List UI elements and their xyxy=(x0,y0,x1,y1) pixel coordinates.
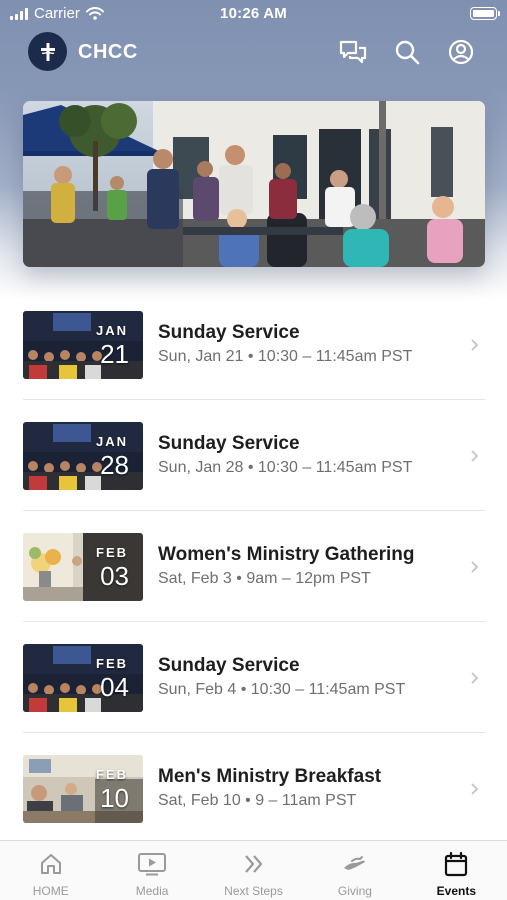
status-bar: Carrier 10:26 AM xyxy=(0,0,507,28)
event-month: FEB xyxy=(96,656,128,671)
messages-button[interactable] xyxy=(339,38,367,66)
event-month: JAN xyxy=(95,434,128,449)
chat-bubbles-icon xyxy=(339,40,367,64)
event-thumbnail: FEB 04 xyxy=(23,644,143,712)
event-datetime: Sat, Feb 3 • 9am – 12pm PST xyxy=(158,570,371,587)
event-list: JAN 21 Sunday Service Sun, Jan 21 • 10:3… xyxy=(23,289,485,844)
tab-label: Next Steps xyxy=(224,884,283,898)
event-row[interactable]: FEB 03 Women's Ministry Gathering Sat, F… xyxy=(23,511,485,622)
giving-icon xyxy=(343,856,365,870)
chevron-right-icon xyxy=(471,561,479,573)
app-title: CHCC xyxy=(78,41,138,63)
search-icon xyxy=(395,40,420,65)
event-day: 04 xyxy=(100,672,129,702)
event-title: Sunday Service xyxy=(158,322,300,343)
event-thumbnail: FEB 10 xyxy=(23,755,143,823)
events-icon xyxy=(445,851,468,877)
event-datetime: Sun, Jan 21 • 10:30 – 11:45am PST xyxy=(158,348,413,365)
event-day: 21 xyxy=(100,339,129,369)
event-row[interactable]: FEB 10 Men's Ministry Breakfast Sat, Feb… xyxy=(23,733,485,844)
event-datetime: Sun, Feb 4 • 10:30 – 11:45am PST xyxy=(158,681,406,698)
event-row[interactable]: FEB 04 Sunday Service Sun, Feb 4 • 10:30… xyxy=(23,622,485,733)
search-button[interactable] xyxy=(393,38,421,66)
tab-home[interactable]: HOME xyxy=(0,841,101,900)
tab-next-steps[interactable]: Next Steps xyxy=(203,841,304,900)
battery-icon xyxy=(470,7,500,20)
tab-label: Giving xyxy=(337,884,372,898)
church-logo-icon[interactable] xyxy=(28,32,67,71)
home-icon xyxy=(40,854,61,874)
tab-label: Events xyxy=(436,884,476,898)
event-thumbnail: JAN 28 xyxy=(23,422,143,490)
chevron-right-icon xyxy=(471,450,479,462)
user-profile-icon xyxy=(448,39,474,65)
tab-media[interactable]: Media xyxy=(101,841,202,900)
media-icon xyxy=(138,853,167,876)
tab-label: HOME xyxy=(32,884,69,898)
event-title: Men's Ministry Breakfast xyxy=(158,766,382,787)
event-month: JAN xyxy=(95,323,128,338)
chevron-right-icon xyxy=(471,339,479,351)
chevron-right-icon xyxy=(471,783,479,795)
event-datetime: Sat, Feb 10 • 9 – 11am PST xyxy=(158,792,357,809)
tab-label: Media xyxy=(135,884,169,898)
next-steps-icon xyxy=(244,855,262,873)
app-actions xyxy=(339,38,475,66)
event-month: FEB xyxy=(96,767,128,782)
status-time: 10:26 AM xyxy=(220,5,287,22)
event-month: FEB xyxy=(96,545,128,560)
event-title: Women's Ministry Gathering xyxy=(158,544,415,565)
event-title: Sunday Service xyxy=(158,655,300,676)
event-thumbnail: FEB 03 xyxy=(23,533,143,601)
event-day: 10 xyxy=(100,783,129,813)
tab-giving[interactable]: Giving xyxy=(304,841,405,900)
chevron-right-icon xyxy=(471,672,479,684)
event-row[interactable]: JAN 28 Sunday Service Sun, Jan 28 • 10:3… xyxy=(23,400,485,511)
event-day: 03 xyxy=(100,561,129,591)
profile-button[interactable] xyxy=(447,38,475,66)
event-day: 28 xyxy=(100,450,129,480)
event-datetime: Sun, Jan 28 • 10:30 – 11:45am PST xyxy=(158,459,413,476)
app-bar: CHCC xyxy=(0,30,507,74)
event-row[interactable]: JAN 21 Sunday Service Sun, Jan 21 • 10:3… xyxy=(23,289,485,400)
tab-events[interactable]: Events xyxy=(406,841,507,900)
event-thumbnail: JAN 21 xyxy=(23,311,143,379)
tab-bar: HOME Media Next Steps Giving Events xyxy=(0,840,507,900)
hero-image[interactable] xyxy=(23,101,485,267)
hero-photo-illustration xyxy=(23,101,485,267)
event-title: Sunday Service xyxy=(158,433,300,454)
